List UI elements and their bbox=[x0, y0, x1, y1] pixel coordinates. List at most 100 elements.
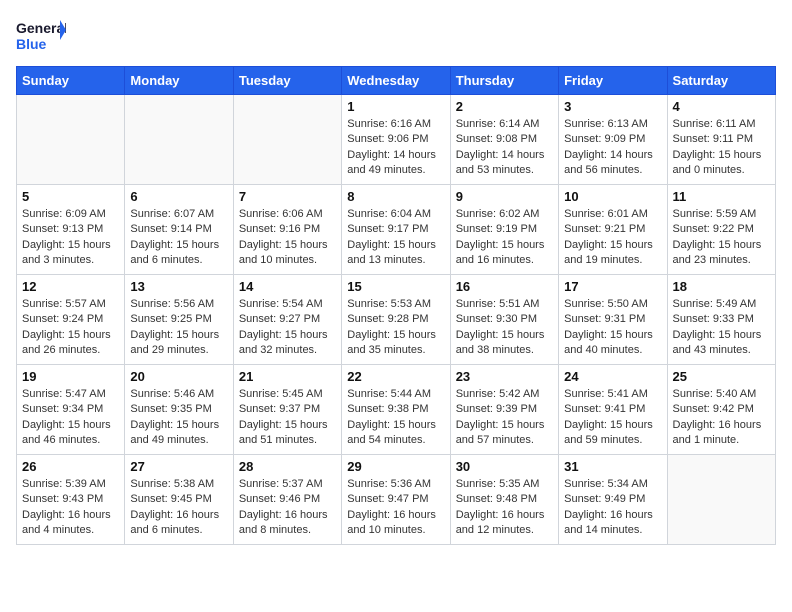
day-info: Sunrise: 6:02 AM Sunset: 9:19 PM Dayligh… bbox=[456, 207, 553, 269]
day-info: Sunrise: 5:37 AM Sunset: 9:46 PM Dayligh… bbox=[239, 477, 336, 539]
day-number: 19 bbox=[22, 369, 119, 384]
calendar-cell: 31Sunrise: 5:34 AM Sunset: 9:49 PM Dayli… bbox=[559, 455, 667, 545]
calendar-cell: 19 Sunrise: 5:47 AM Sunset: 9:34 PM Dayli… bbox=[17, 365, 125, 455]
calendar-cell: 8Sunrise: 6:04 AM Sunset: 9:17 PM Daylig… bbox=[342, 185, 450, 275]
day-number: 25 bbox=[673, 369, 770, 384]
day-info: Sunrise: 6:07 AM Sunset: 9:14 PM Dayligh… bbox=[130, 207, 227, 269]
calendar-cell: 20 Sunrise: 5:46 AM Sunset: 9:35 PM Dayli… bbox=[125, 365, 233, 455]
weekday-header-row: SundayMondayTuesdayWednesdayThursdayFrid… bbox=[17, 67, 776, 95]
day-number: 29 bbox=[347, 459, 444, 474]
day-number: 27 bbox=[130, 459, 227, 474]
day-number: 7 bbox=[239, 189, 336, 204]
weekday-header-tuesday: Tuesday bbox=[233, 67, 341, 95]
calendar-cell: 30 Sunrise: 5:35 AM Sunset: 9:48 PM Dayli… bbox=[450, 455, 558, 545]
day-info: Sunrise: 5:42 AM Sunset: 9:39 PM Dayligh… bbox=[456, 387, 553, 449]
calendar-cell: 26 Sunrise: 5:39 AM Sunset: 9:43 PM Dayli… bbox=[17, 455, 125, 545]
day-info: Sunrise: 5:39 AM Sunset: 9:43 PM Dayligh… bbox=[22, 477, 119, 539]
page-header: GeneralBlue bbox=[16, 16, 776, 56]
calendar-cell: 29 Sunrise: 5:36 AM Sunset: 9:47 PM Dayli… bbox=[342, 455, 450, 545]
calendar-cell: 1 Sunrise: 6:16 AM Sunset: 9:06 PM Daylig… bbox=[342, 95, 450, 185]
day-number: 8 bbox=[347, 189, 444, 204]
day-number: 14 bbox=[239, 279, 336, 294]
logo-svg: GeneralBlue bbox=[16, 16, 66, 56]
day-info: Sunrise: 5:44 AM Sunset: 9:38 PM Dayligh… bbox=[347, 387, 444, 449]
day-number: 18 bbox=[673, 279, 770, 294]
weekday-header-wednesday: Wednesday bbox=[342, 67, 450, 95]
day-number: 2 bbox=[456, 99, 553, 114]
day-number: 12 bbox=[22, 279, 119, 294]
day-info: Sunrise: 5:36 AM Sunset: 9:47 PM Dayligh… bbox=[347, 477, 444, 539]
day-info: Sunrise: 5:49 AM Sunset: 9:33 PM Dayligh… bbox=[673, 297, 770, 359]
calendar-cell: 17 Sunrise: 5:50 AM Sunset: 9:31 PM Dayli… bbox=[559, 275, 667, 365]
day-info: Sunrise: 5:53 AM Sunset: 9:28 PM Dayligh… bbox=[347, 297, 444, 359]
day-number: 30 bbox=[456, 459, 553, 474]
calendar-cell: 27 Sunrise: 5:38 AM Sunset: 9:45 PM Dayli… bbox=[125, 455, 233, 545]
day-number: 10 bbox=[564, 189, 661, 204]
day-info: Sunrise: 6:09 AM Sunset: 9:13 PM Dayligh… bbox=[22, 207, 119, 269]
day-number: 3 bbox=[564, 99, 661, 114]
day-info: Sunrise: 5:51 AM Sunset: 9:30 PM Dayligh… bbox=[456, 297, 553, 359]
day-info: Sunrise: 6:06 AM Sunset: 9:16 PM Dayligh… bbox=[239, 207, 336, 269]
calendar-cell: 16 Sunrise: 5:51 AM Sunset: 9:30 PM Dayli… bbox=[450, 275, 558, 365]
calendar-cell bbox=[17, 95, 125, 185]
calendar-cell: 4 Sunrise: 6:11 AM Sunset: 9:11 PM Daylig… bbox=[667, 95, 775, 185]
calendar-week-3: 12 Sunrise: 5:57 AM Sunset: 9:24 PM Dayli… bbox=[17, 275, 776, 365]
day-number: 4 bbox=[673, 99, 770, 114]
day-info: Sunrise: 6:01 AM Sunset: 9:21 PM Dayligh… bbox=[564, 207, 661, 269]
day-info: Sunrise: 5:45 AM Sunset: 9:37 PM Dayligh… bbox=[239, 387, 336, 449]
calendar-week-4: 19 Sunrise: 5:47 AM Sunset: 9:34 PM Dayli… bbox=[17, 365, 776, 455]
calendar-cell: 14 Sunrise: 5:54 AM Sunset: 9:27 PM Dayli… bbox=[233, 275, 341, 365]
calendar-cell bbox=[233, 95, 341, 185]
day-number: 31 bbox=[564, 459, 661, 474]
day-info: Sunrise: 5:46 AM Sunset: 9:35 PM Dayligh… bbox=[130, 387, 227, 449]
day-number: 17 bbox=[564, 279, 661, 294]
calendar-table: SundayMondayTuesdayWednesdayThursdayFrid… bbox=[16, 66, 776, 545]
svg-text:General: General bbox=[16, 20, 66, 36]
calendar-cell: 24 Sunrise: 5:41 AM Sunset: 9:41 PM Dayli… bbox=[559, 365, 667, 455]
calendar-cell: 25 Sunrise: 5:40 AM Sunset: 9:42 PM Dayli… bbox=[667, 365, 775, 455]
calendar-cell: 28 Sunrise: 5:37 AM Sunset: 9:46 PM Dayli… bbox=[233, 455, 341, 545]
weekday-header-friday: Friday bbox=[559, 67, 667, 95]
calendar-cell: 23 Sunrise: 5:42 AM Sunset: 9:39 PM Dayli… bbox=[450, 365, 558, 455]
calendar-cell: 11Sunrise: 5:59 AM Sunset: 9:22 PM Dayli… bbox=[667, 185, 775, 275]
day-number: 9 bbox=[456, 189, 553, 204]
day-number: 1 bbox=[347, 99, 444, 114]
day-info: Sunrise: 5:40 AM Sunset: 9:42 PM Dayligh… bbox=[673, 387, 770, 449]
day-info: Sunrise: 5:35 AM Sunset: 9:48 PM Dayligh… bbox=[456, 477, 553, 539]
day-number: 5 bbox=[22, 189, 119, 204]
calendar-cell: 5 Sunrise: 6:09 AM Sunset: 9:13 PM Daylig… bbox=[17, 185, 125, 275]
calendar-cell: 15 Sunrise: 5:53 AM Sunset: 9:28 PM Dayli… bbox=[342, 275, 450, 365]
calendar-week-5: 26 Sunrise: 5:39 AM Sunset: 9:43 PM Dayli… bbox=[17, 455, 776, 545]
day-info: Sunrise: 5:41 AM Sunset: 9:41 PM Dayligh… bbox=[564, 387, 661, 449]
weekday-header-monday: Monday bbox=[125, 67, 233, 95]
calendar-week-2: 5 Sunrise: 6:09 AM Sunset: 9:13 PM Daylig… bbox=[17, 185, 776, 275]
calendar-cell: 6 Sunrise: 6:07 AM Sunset: 9:14 PM Daylig… bbox=[125, 185, 233, 275]
day-number: 13 bbox=[130, 279, 227, 294]
day-number: 23 bbox=[456, 369, 553, 384]
day-number: 26 bbox=[22, 459, 119, 474]
day-number: 20 bbox=[130, 369, 227, 384]
day-number: 16 bbox=[456, 279, 553, 294]
weekday-header-thursday: Thursday bbox=[450, 67, 558, 95]
day-info: Sunrise: 5:47 AM Sunset: 9:34 PM Dayligh… bbox=[22, 387, 119, 449]
day-info: Sunrise: 6:16 AM Sunset: 9:06 PM Dayligh… bbox=[347, 117, 444, 179]
day-number: 24 bbox=[564, 369, 661, 384]
calendar-cell: 3Sunrise: 6:13 AM Sunset: 9:09 PM Daylig… bbox=[559, 95, 667, 185]
day-number: 21 bbox=[239, 369, 336, 384]
day-info: Sunrise: 5:57 AM Sunset: 9:24 PM Dayligh… bbox=[22, 297, 119, 359]
calendar-cell: 9 Sunrise: 6:02 AM Sunset: 9:19 PM Daylig… bbox=[450, 185, 558, 275]
calendar-cell bbox=[667, 455, 775, 545]
day-info: Sunrise: 5:50 AM Sunset: 9:31 PM Dayligh… bbox=[564, 297, 661, 359]
day-number: 15 bbox=[347, 279, 444, 294]
day-number: 28 bbox=[239, 459, 336, 474]
day-info: Sunrise: 6:11 AM Sunset: 9:11 PM Dayligh… bbox=[673, 117, 770, 179]
calendar-cell bbox=[125, 95, 233, 185]
calendar-week-1: 1 Sunrise: 6:16 AM Sunset: 9:06 PM Daylig… bbox=[17, 95, 776, 185]
day-number: 11 bbox=[673, 189, 770, 204]
day-info: Sunrise: 5:38 AM Sunset: 9:45 PM Dayligh… bbox=[130, 477, 227, 539]
weekday-header-saturday: Saturday bbox=[667, 67, 775, 95]
calendar-cell: 2Sunrise: 6:14 AM Sunset: 9:08 PM Daylig… bbox=[450, 95, 558, 185]
day-info: Sunrise: 5:54 AM Sunset: 9:27 PM Dayligh… bbox=[239, 297, 336, 359]
calendar-cell: 22Sunrise: 5:44 AM Sunset: 9:38 PM Dayli… bbox=[342, 365, 450, 455]
day-number: 6 bbox=[130, 189, 227, 204]
